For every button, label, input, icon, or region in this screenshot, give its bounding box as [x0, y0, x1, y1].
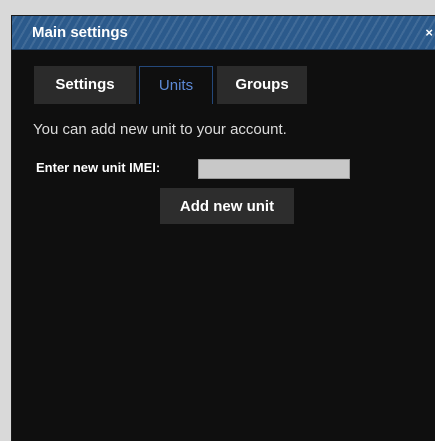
main-settings-window: Main settings × Settings Units Groups Yo… [12, 16, 435, 441]
window-titlebar[interactable]: Main settings × [12, 16, 435, 50]
tab-settings[interactable]: Settings [34, 66, 136, 104]
window-title: Main settings [32, 24, 128, 41]
tab-groups[interactable]: Groups [217, 66, 307, 104]
units-info-text: You can add new unit to your account. [33, 121, 287, 138]
imei-label: Enter new unit IMEI: [36, 160, 161, 175]
imei-input[interactable] [198, 159, 350, 179]
tab-units[interactable]: Units [139, 66, 213, 104]
add-new-unit-button[interactable]: Add new unit [160, 188, 294, 224]
close-icon[interactable]: × [425, 25, 433, 40]
units-panel: You can add new unit to your account. En… [12, 104, 435, 441]
